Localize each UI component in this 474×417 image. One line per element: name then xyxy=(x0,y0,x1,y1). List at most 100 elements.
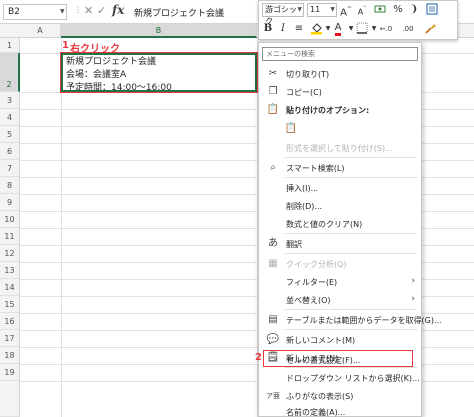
menu-item-phonetic-label: ふりがなの表示(S) xyxy=(286,392,354,401)
step-2-number: 2 xyxy=(255,352,262,363)
menu-item-paste-options: 📋 貼り付けのオプション: xyxy=(260,101,421,119)
chevron-down-icon: ▼ xyxy=(297,6,302,13)
shrink-font-icon[interactable]: Aˇ xyxy=(355,3,369,17)
menu-item-delete[interactable]: 削除(D)... xyxy=(260,197,421,215)
increase-decimal-icon[interactable]: ←.0 xyxy=(379,22,393,36)
insert-function-icon[interactable]: fx xyxy=(112,3,124,17)
menu-item-define-name-label: 名前の定義(A)... xyxy=(286,408,346,417)
menu-item-sort[interactable]: 並べ替え(O) › xyxy=(260,291,421,309)
scissors-icon: ✂ xyxy=(268,68,278,79)
grow-font-icon[interactable]: A^ xyxy=(339,3,353,19)
row-header-2[interactable]: 2 xyxy=(0,53,20,92)
menu-separator xyxy=(285,253,417,254)
confirm-icon[interactable]: ✓ xyxy=(97,4,106,17)
row-header-11[interactable]: 11 xyxy=(0,228,20,245)
currency-format-icon[interactable] xyxy=(373,3,387,17)
font-color-glyph: A xyxy=(334,23,342,36)
row-header-9[interactable]: 9 xyxy=(0,194,20,211)
chevron-right-icon: › xyxy=(411,294,415,304)
menu-separator xyxy=(285,329,417,330)
menu-item-table-range[interactable]: ▤ テーブルまたは範囲からデータを取得(G)... xyxy=(260,311,441,329)
row-header-17[interactable]: 17 xyxy=(0,330,20,347)
chevron-down-icon: ▼ xyxy=(330,6,335,13)
row-header-10[interactable]: 10 xyxy=(0,211,20,228)
search-icon: ⌕ xyxy=(270,162,276,173)
column-header-b[interactable]: B xyxy=(61,24,257,38)
down-arrow-icon: ˇ xyxy=(363,6,367,13)
step-2-highlight xyxy=(263,350,413,367)
mini-toolbar: 游ゴシック ▼ 11 ▼ A^ Aˇ % ❩ B I ≡ ▼ A ▼ ▼ ←.0… xyxy=(258,0,458,40)
chevron-down-icon[interactable]: ▼ xyxy=(60,8,65,15)
menu-separator xyxy=(285,157,417,158)
italic-button[interactable]: I xyxy=(276,22,290,36)
row-header-4[interactable]: 4 xyxy=(0,109,20,126)
row-header-16[interactable]: 16 xyxy=(0,313,20,330)
menu-item-copy-label: コピー(C) xyxy=(286,88,322,97)
align-center-icon[interactable]: ≡ xyxy=(292,22,306,36)
paste-option-default[interactable]: 📋 xyxy=(260,119,421,139)
menu-item-table-range-label: テーブルまたは範囲からデータを取得(G)... xyxy=(286,316,442,325)
menu-item-quick-analysis[interactable]: ▦ クイック分析(Q) xyxy=(260,255,421,273)
menu-item-paste-special[interactable]: 形式を選択して貼り付け(S)... xyxy=(260,139,421,157)
menu-item-cut[interactable]: ✂ 切り取り(T) xyxy=(260,65,421,83)
translate-icon: あ xyxy=(268,238,278,249)
menu-item-smart-lookup-label: スマート検索(L) xyxy=(286,164,345,173)
drag-handle-icon[interactable]: ⋮ xyxy=(74,5,82,14)
row-header-blank xyxy=(0,381,20,417)
row-header-7[interactable]: 7 xyxy=(0,160,20,177)
menu-item-cut-label: 切り取り(T) xyxy=(286,70,330,79)
row-header-1[interactable]: 1 xyxy=(0,38,20,53)
paste-icon: 📋 xyxy=(284,123,298,134)
menu-item-clear[interactable]: 数式と値のクリア(N) xyxy=(260,215,421,233)
row-header-13[interactable]: 13 xyxy=(0,262,20,279)
menu-item-dropdown-list[interactable]: ドロップダウン リストから選択(K)... xyxy=(260,369,421,387)
new-comment-icon: 💬 xyxy=(266,334,280,345)
step-1-highlight xyxy=(60,52,258,93)
menu-item-new-comment-label: 新しいコメント(M) xyxy=(286,336,356,345)
menu-item-phonetic[interactable]: ア亜 ふりがなの表示(S) xyxy=(260,387,421,405)
menu-item-dropdown-label: ドロップダウン リストから選択(K)... xyxy=(286,374,420,383)
paint-brush-svg xyxy=(424,24,436,34)
row-header-3[interactable]: 3 xyxy=(0,92,20,109)
row-header-14[interactable]: 14 xyxy=(0,279,20,296)
bold-button[interactable]: B xyxy=(261,22,275,36)
row-header-6[interactable]: 6 xyxy=(0,143,20,160)
phonetic-icon: ア亜 xyxy=(266,392,280,400)
percent-format-icon[interactable]: % xyxy=(391,3,405,17)
cancel-icon[interactable]: ✕ xyxy=(84,4,93,17)
row-header-15[interactable]: 15 xyxy=(0,296,20,313)
font-size-value: 11 xyxy=(310,5,321,14)
font-size-select[interactable]: 11 ▼ xyxy=(307,3,337,17)
menu-item-translate[interactable]: あ 翻訳 xyxy=(260,235,421,253)
clipboard-icon: 📋 xyxy=(266,104,280,115)
paint-brush-icon[interactable] xyxy=(423,22,437,36)
menu-search-input[interactable]: メニューの検索 xyxy=(262,47,418,61)
row-header-12[interactable]: 12 xyxy=(0,245,20,262)
name-box[interactable]: B2 ▼ xyxy=(3,4,67,20)
format-painter-svg xyxy=(426,3,438,15)
row-header-18[interactable]: 18 xyxy=(0,347,20,364)
row-header-19[interactable]: 19 xyxy=(0,364,20,381)
menu-item-filter-label: フィルター(E) xyxy=(286,278,338,287)
decrease-decimal-icon[interactable]: .00 xyxy=(401,22,415,36)
row-header-8[interactable]: 8 xyxy=(0,177,20,194)
up-arrow-icon: ^ xyxy=(346,6,352,13)
column-header-a[interactable]: A xyxy=(20,24,61,38)
menu-item-copy[interactable]: ❐ コピー(C) xyxy=(260,83,421,101)
menu-item-insert[interactable]: 挿入(I)... xyxy=(260,179,421,197)
formula-content[interactable]: 新規プロジェクト会議 xyxy=(134,6,224,19)
name-box-value: B2 xyxy=(8,7,20,17)
format-painter-icon[interactable] xyxy=(425,3,439,17)
comma-format-icon[interactable]: ❩ xyxy=(407,3,421,17)
menu-item-smart-lookup[interactable]: ⌕ スマート検索(L) xyxy=(260,159,421,177)
menu-separator xyxy=(285,177,417,178)
menu-item-define-name[interactable]: 名前の定義(A)... xyxy=(260,405,421,417)
menu-item-quick-analysis-label: クイック分析(Q) xyxy=(286,260,347,269)
menu-item-paste-special-label: 形式を選択して貼り付け(S)... xyxy=(286,144,393,153)
menu-item-filter[interactable]: フィルター(E) › xyxy=(260,273,421,291)
font-color-icon[interactable]: A xyxy=(331,21,345,36)
menu-item-new-comment[interactable]: 💬 新しいコメント(M) xyxy=(260,331,421,349)
grow-font-glyph: A xyxy=(340,7,347,19)
row-header-5[interactable]: 5 xyxy=(0,126,20,143)
font-name-select[interactable]: 游ゴシック ▼ xyxy=(262,3,304,26)
